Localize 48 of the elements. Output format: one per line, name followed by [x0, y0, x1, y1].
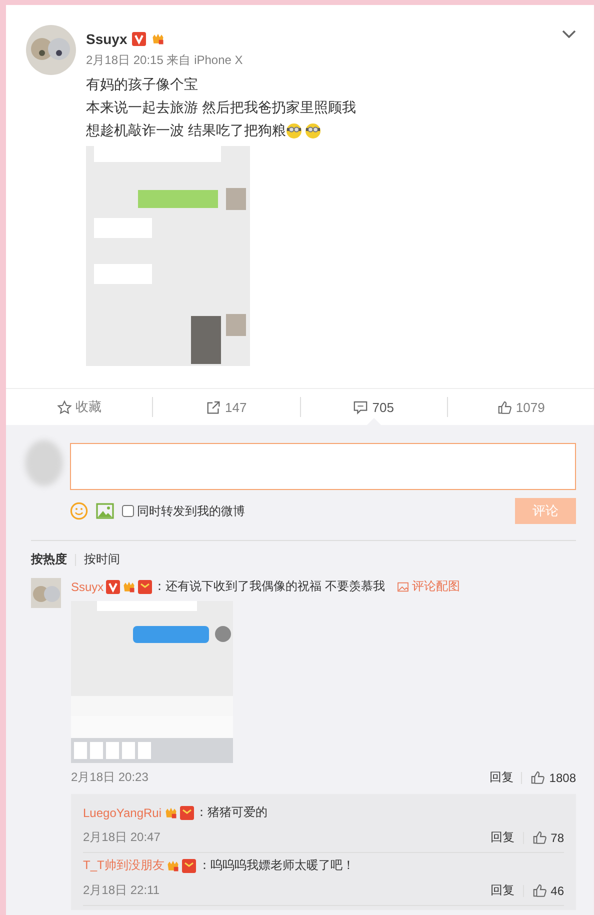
reply-link[interactable]: 回复 — [489, 769, 514, 786]
envelope-icon — [138, 580, 152, 594]
share-icon — [206, 400, 222, 414]
thumbs-up-icon — [530, 770, 546, 785]
minion-emoji-icon — [304, 122, 321, 138]
envelope-icon — [182, 858, 196, 872]
reply-text: ：呜呜呜我嫖老师太暖了吧！ — [198, 857, 354, 874]
sort-tab[interactable]: 按热度 — [31, 551, 67, 568]
like-button[interactable]: 1808 — [530, 770, 576, 785]
post-text: 有妈的孩子像个宝 — [86, 75, 198, 94]
reply-link[interactable]: 回复 — [490, 882, 515, 899]
post-source: 来自 iPhone X — [166, 53, 243, 67]
like-button[interactable]: 1079 — [448, 389, 594, 425]
thumbs-up-icon — [532, 883, 547, 898]
envelope-icon — [180, 806, 194, 820]
image-icon[interactable] — [96, 502, 114, 520]
comment-input[interactable] — [70, 443, 576, 490]
author-name[interactable]: Ssuyx — [86, 31, 128, 47]
comment-text: ：还有说下收到了我偶像的祝福 不要羡慕我 — [154, 578, 386, 595]
like-button[interactable]: 78 — [532, 830, 564, 845]
sort-tab[interactable]: 按时间 — [84, 551, 120, 568]
reply-text: ：猪猪可爱的 — [196, 804, 268, 821]
chevron-down-icon[interactable] — [562, 30, 576, 38]
like-button[interactable]: 46 — [532, 883, 564, 898]
comment-icon — [353, 400, 368, 414]
favorite-button[interactable]: 收藏 — [6, 389, 152, 425]
smiley-icon[interactable] — [70, 502, 88, 520]
verified-badge-icon — [106, 580, 120, 594]
repost-checkbox-label: 同时转发到我的微博 — [137, 502, 245, 520]
image-icon — [397, 582, 410, 592]
repost-checkbox[interactable] — [122, 505, 134, 517]
thumbs-up-icon — [496, 400, 512, 414]
thumbs-up-icon — [532, 830, 547, 845]
post-text: 本来说一起去旅游 然后把我爸扔家里照顾我 — [86, 98, 356, 117]
reply-time: 2月18日 22:11 — [83, 882, 160, 899]
comment-time: 2月18日 20:23 — [71, 769, 148, 786]
fan-badge-icon — [164, 806, 178, 820]
minion-emoji-icon — [286, 122, 302, 138]
star-icon — [56, 400, 72, 414]
post-time[interactable]: 2月18日 20:15 — [86, 53, 164, 67]
verified-badge-icon — [132, 32, 146, 46]
repost-button[interactable]: 147 — [153, 389, 300, 425]
fan-badge-icon — [151, 32, 166, 46]
fan-badge-icon — [166, 858, 180, 872]
post-text: 想趁机敲诈一波 结果吃了把狗粮 — [86, 121, 286, 140]
reply-link[interactable]: 回复 — [490, 829, 515, 846]
fan-badge-icon — [122, 580, 136, 594]
reply-time: 2月18日 20:47 — [83, 829, 160, 846]
